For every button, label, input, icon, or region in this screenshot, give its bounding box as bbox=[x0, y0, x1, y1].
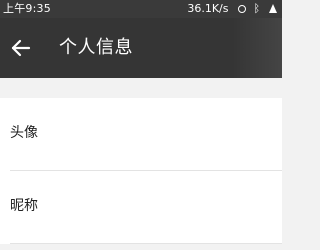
page-title: 个人信息 bbox=[59, 37, 133, 58]
list-item-avatar[interactable]: 头像 bbox=[0, 98, 282, 171]
network-speed: 36.1K/s bbox=[187, 2, 229, 15]
alarm-icon bbox=[237, 0, 246, 18]
divider bbox=[10, 243, 282, 244]
profile-info-list: 头像 昵称 bbox=[0, 98, 282, 244]
bluetooth-icon bbox=[253, 0, 262, 18]
back-button[interactable] bbox=[8, 35, 34, 61]
app-bar: 个人信息 bbox=[0, 18, 282, 78]
avatar-label: 头像 bbox=[10, 125, 38, 141]
app-bar-fade bbox=[232, 18, 282, 78]
status-time: 上午9:35 bbox=[3, 2, 51, 15]
status-icons: 36.1K/s bbox=[187, 0, 280, 18]
arrow-left-icon bbox=[11, 39, 31, 57]
list-item-nickname[interactable]: 昵称 bbox=[0, 171, 282, 244]
signal-icon bbox=[268, 0, 277, 18]
section-gap bbox=[0, 78, 282, 98]
status-bar: 上午9:35 36.1K/s bbox=[0, 0, 282, 18]
nickname-label: 昵称 bbox=[10, 198, 38, 214]
